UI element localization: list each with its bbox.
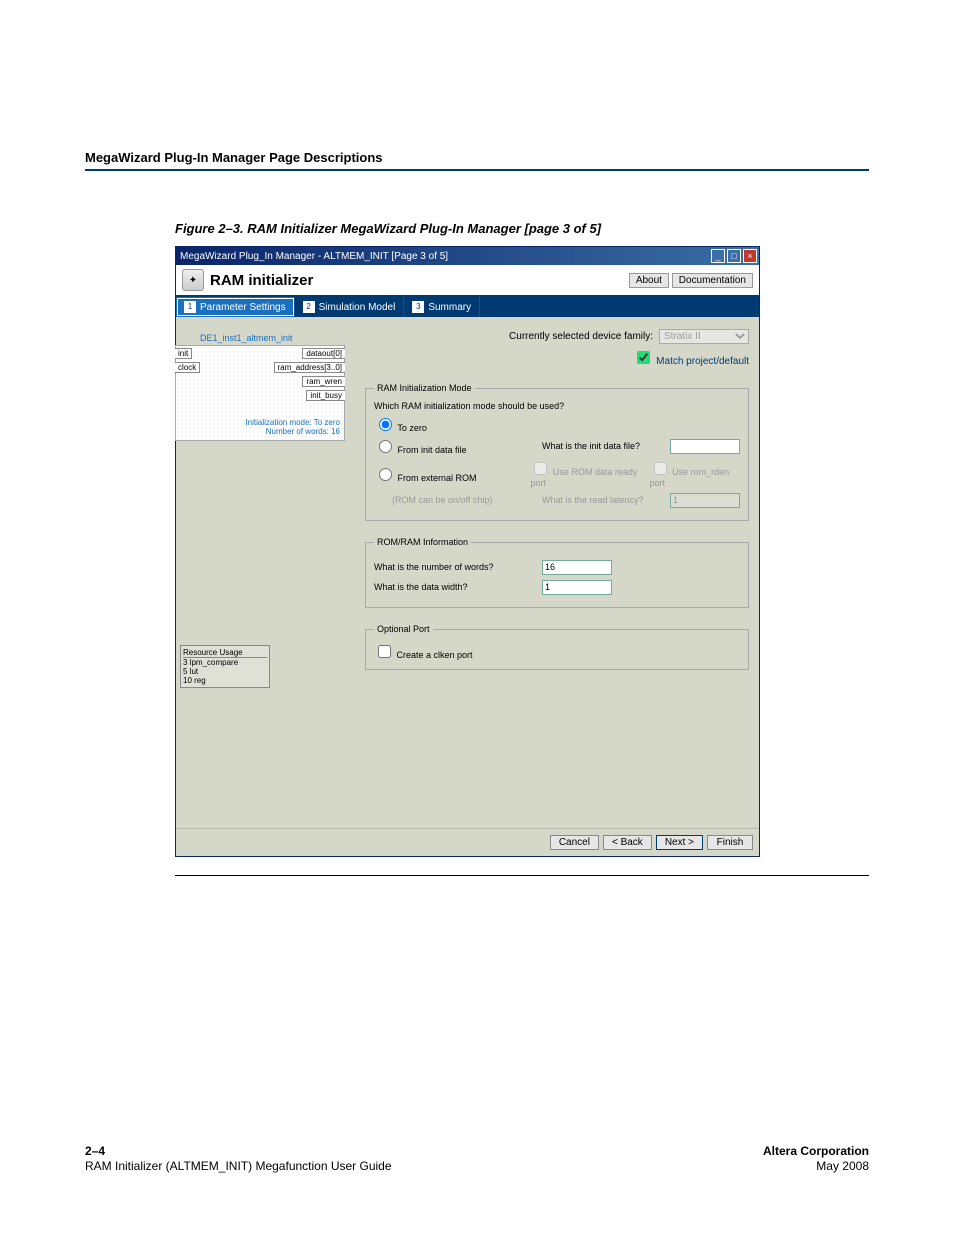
tab-simulation-model[interactable]: 2 Simulation Model [295, 297, 405, 317]
tab-number: 3 [412, 301, 424, 313]
clken-checkbox[interactable]: Create a clken port [374, 650, 473, 660]
tab-label: Parameter Settings [200, 302, 286, 313]
page-header: MegaWizard Plug-In Manager Page Descript… [85, 150, 869, 171]
pin-right: dataout[0] [302, 348, 345, 359]
resource-line: 10 reg [183, 676, 267, 685]
finish-button[interactable]: Finish [707, 835, 753, 850]
diagram-note: Number of words: 16 [176, 427, 344, 436]
pin-left: clock [175, 362, 200, 373]
pin-left: init [175, 348, 192, 359]
diagram-note: Initialization mode: To zero [176, 402, 344, 427]
data-width-label: What is the data width? [374, 582, 534, 592]
ram-init-mode-fieldset: RAM Initialization Mode Which RAM initia… [365, 383, 749, 521]
tab-strip: 1 Parameter Settings 2 Simulation Model … [176, 297, 759, 317]
about-button[interactable]: About [629, 273, 669, 288]
block-diagram: DE1_inst1_altmem_init init dataout[0] cl… [176, 333, 351, 441]
match-project-checkbox[interactable]: Match project/default [633, 356, 749, 367]
data-width-input[interactable] [542, 580, 612, 595]
tab-parameter-settings[interactable]: 1 Parameter Settings [176, 297, 295, 317]
figure-caption: Figure 2–3. RAM Initializer MegaWizard P… [85, 221, 869, 236]
device-family-label: Currently selected device family: [509, 331, 653, 342]
cancel-button[interactable]: Cancel [550, 835, 599, 850]
page-footer: 2–4 RAM Initializer (ALTMEM_INIT) Megafu… [85, 1144, 869, 1175]
radio-to-zero[interactable]: To zero [374, 415, 427, 433]
back-button[interactable]: < Back [603, 835, 652, 850]
radio-from-rom[interactable]: From external ROM [374, 465, 522, 483]
next-button[interactable]: Next > [656, 835, 703, 850]
tab-number: 2 [303, 301, 315, 313]
read-latency-label: What is the read latency? [542, 495, 662, 505]
resource-line: 5 lut [183, 667, 267, 676]
doc-title: RAM Initializer (ALTMEM_INIT) Megafuncti… [85, 1159, 392, 1173]
rom-subnote: (ROM can be on/off chip) [374, 495, 534, 505]
tab-label: Simulation Model [319, 302, 396, 313]
fieldset-legend: RAM Initialization Mode [374, 383, 475, 393]
brand-icon: ✦ [182, 269, 204, 291]
company-name: Altera Corporation [763, 1144, 869, 1158]
use-rom-rden-port: Use rom_rden port [650, 459, 740, 488]
maximize-icon[interactable]: □ [727, 249, 741, 263]
window-title: MegaWizard Plug_In Manager - ALTMEM_INIT… [180, 251, 448, 262]
device-family-select[interactable]: Stratix II [659, 329, 749, 344]
window-titlebar: MegaWizard Plug_In Manager - ALTMEM_INIT… [176, 247, 759, 265]
tab-number: 1 [184, 301, 196, 313]
optional-port-fieldset: Optional Port Create a clken port [365, 624, 749, 670]
init-mode-question: Which RAM initialization mode should be … [374, 401, 740, 411]
documentation-button[interactable]: Documentation [672, 273, 753, 288]
resource-title: Resource Usage [183, 648, 267, 658]
match-project-label: Match project/default [656, 356, 749, 367]
resource-line: 3 lpm_compare [183, 658, 267, 667]
pin-right: ram_wren [302, 376, 345, 387]
radio-from-file[interactable]: From init data file [374, 437, 534, 455]
wizard-window: MegaWizard Plug_In Manager - ALTMEM_INIT… [175, 246, 760, 857]
init-file-label: What is the init data file? [542, 441, 662, 451]
pin-right: init_busy [306, 390, 345, 401]
doc-date: May 2008 [816, 1159, 869, 1173]
rom-ram-info-fieldset: ROM/RAM Information What is the number o… [365, 537, 749, 608]
brand-title: RAM initializer [210, 272, 313, 289]
init-file-input[interactable] [670, 439, 740, 454]
tab-label: Summary [428, 302, 471, 313]
page-number: 2–4 [85, 1144, 105, 1158]
tab-summary[interactable]: 3 Summary [404, 297, 480, 317]
read-latency-input [670, 493, 740, 508]
brand-row: ✦ RAM initializer About Documentation [176, 265, 759, 297]
resource-usage-box: Resource Usage 3 lpm_compare 5 lut 10 re… [180, 645, 270, 688]
close-icon[interactable]: × [743, 249, 757, 263]
minimize-icon[interactable]: _ [711, 249, 725, 263]
fieldset-legend: Optional Port [374, 624, 433, 634]
use-rom-ready-port: Use ROM data ready port [530, 459, 641, 488]
instance-name: DE1_inst1_altmem_init [200, 333, 351, 343]
pin-right: ram_address[3..0] [274, 362, 345, 373]
num-words-label: What is the number of words? [374, 562, 534, 572]
num-words-input[interactable] [542, 560, 612, 575]
fieldset-legend: ROM/RAM Information [374, 537, 471, 547]
